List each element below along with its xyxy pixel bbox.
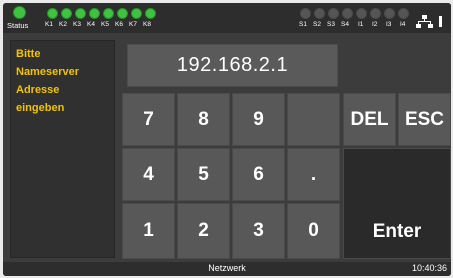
k5-led: [103, 8, 114, 19]
key-0[interactable]: 0: [287, 203, 340, 259]
k7-led: [131, 8, 142, 19]
i2-label: I2: [372, 21, 378, 28]
prompt-panel: Bitte Nameserver Adresse eingeben: [10, 40, 115, 258]
s1-led: [300, 8, 311, 19]
i3-label: I3: [386, 21, 392, 28]
s4-led: [342, 8, 353, 19]
i3-led: [384, 8, 395, 19]
s2-led: [314, 8, 325, 19]
key-5[interactable]: 5: [177, 148, 230, 201]
screen-title: Netzwerk: [208, 263, 246, 273]
k6-led: [117, 8, 128, 19]
i2-led: [370, 8, 381, 19]
i1-label: I1: [358, 21, 364, 28]
network-icon: [416, 15, 442, 28]
k1-led: [47, 8, 58, 19]
key-6[interactable]: 6: [232, 148, 285, 201]
k5-label: K5: [101, 21, 109, 28]
i4-led: [398, 8, 409, 19]
s3-label: S3: [327, 21, 335, 28]
s4-label: S4: [341, 21, 349, 28]
k7-label: K7: [129, 21, 137, 28]
key-3[interactable]: 3: [232, 203, 285, 259]
k4-label: K4: [87, 21, 95, 28]
enter-label: Enter: [372, 221, 422, 242]
k1-label: K1: [45, 21, 53, 28]
key-blank[interactable]: [287, 93, 340, 146]
bottom-bar: Netzwerk 10:40:36: [3, 262, 451, 276]
prompt-line-1: Bitte: [16, 48, 41, 60]
k3-label: K3: [73, 21, 81, 28]
key-4[interactable]: 4: [122, 148, 175, 201]
i4-label: I4: [400, 21, 406, 28]
k2-label: K2: [59, 21, 67, 28]
status-led: [13, 6, 26, 19]
enter-button[interactable]: Enter: [343, 148, 451, 259]
k8-led: [145, 8, 156, 19]
status-label: Status: [7, 21, 29, 30]
key-1[interactable]: 1: [122, 203, 175, 259]
k8-label: K8: [143, 21, 151, 28]
ip-input-display[interactable]: 192.168.2.1: [127, 44, 338, 87]
k6-label: K6: [115, 21, 123, 28]
s2-label: S2: [313, 21, 321, 28]
prompt-line-3: Adresse: [16, 84, 60, 96]
k2-led: [61, 8, 72, 19]
del-button[interactable]: DEL: [343, 93, 396, 146]
s1-label: S1: [299, 21, 307, 28]
k3-led: [75, 8, 86, 19]
device-screen: Status K1 K2 K3 K4 K5 K6 K7 K8 S1 S2 S3 …: [3, 3, 451, 276]
key-dot[interactable]: .: [287, 148, 340, 201]
prompt-line-4: eingeben: [16, 102, 65, 114]
key-8[interactable]: 8: [177, 93, 230, 146]
status-bar: Status K1 K2 K3 K4 K5 K6 K7 K8 S1 S2 S3 …: [3, 3, 451, 33]
k4-led: [89, 8, 100, 19]
key-7[interactable]: 7: [122, 93, 175, 146]
key-9[interactable]: 9: [232, 93, 285, 146]
esc-button[interactable]: ESC: [398, 93, 451, 146]
clock: 10:40:36: [411, 263, 447, 273]
s3-led: [328, 8, 339, 19]
i1-led: [356, 8, 367, 19]
prompt-line-2: Nameserver: [16, 66, 79, 78]
key-2[interactable]: 2: [177, 203, 230, 259]
